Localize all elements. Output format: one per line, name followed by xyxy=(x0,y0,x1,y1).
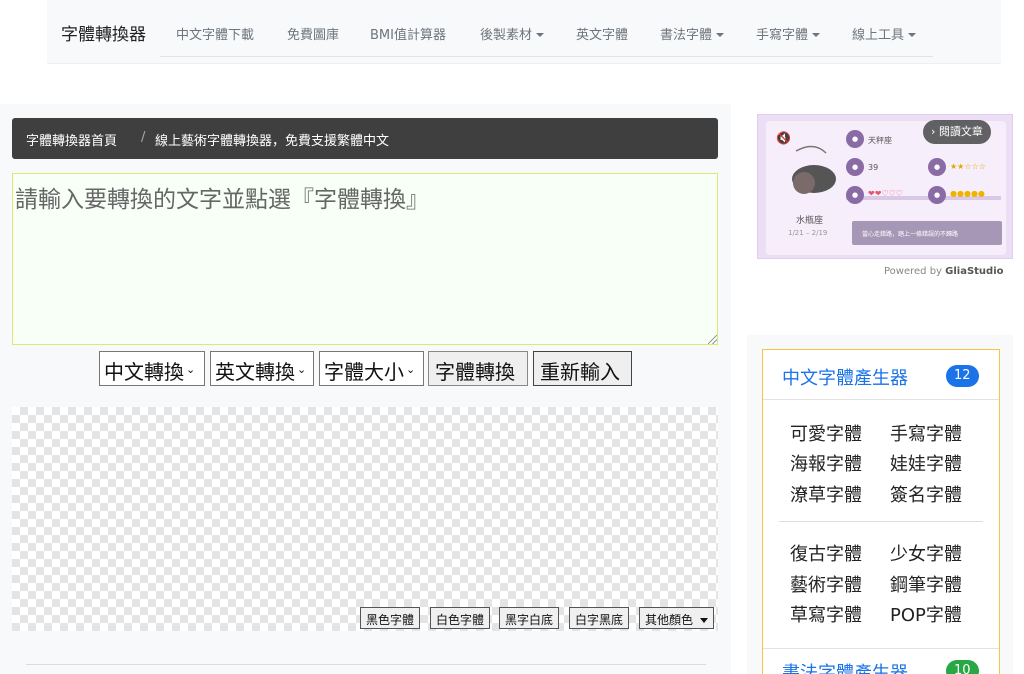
resize-handle-icon[interactable] xyxy=(708,335,717,344)
ad-bubble-icon: ● xyxy=(928,186,946,204)
breadcrumb-home-link[interactable]: 字體轉換器首頁 xyxy=(26,130,117,149)
caret-down-icon xyxy=(536,33,545,37)
nav-item-online-tools[interactable]: 線上工具 xyxy=(852,24,917,43)
ad-bubble-icon: ● xyxy=(846,158,864,176)
font-size-select[interactable]: 字體大小 xyxy=(319,351,424,386)
nav-item-label: 手寫字體 xyxy=(756,28,809,43)
powered-by-brand: GliaStudio xyxy=(945,266,1004,277)
font-link-art[interactable]: 藝術字體 xyxy=(790,571,862,597)
read-article-label: 閱讀文章 xyxy=(938,125,983,138)
font-link-signature[interactable]: 簽名字體 xyxy=(890,481,962,507)
font-link-retro[interactable]: 復古字體 xyxy=(790,540,862,566)
white-font-button[interactable]: 白色字體 xyxy=(430,607,491,629)
caret-down-icon xyxy=(716,33,725,37)
nav-item-calligraphy[interactable]: 書法字體 xyxy=(660,24,725,43)
nav-item-label: 書法字體 xyxy=(660,28,713,43)
card-header: 中文字體產生器 12 xyxy=(763,350,999,400)
font-link-poster[interactable]: 海報字體 xyxy=(790,450,862,476)
ad-bubble-icon: ● xyxy=(928,158,946,176)
preview-canvas xyxy=(12,407,718,631)
read-article-button[interactable]: › 閱讀文章 xyxy=(923,120,991,144)
count-badge: 12 xyxy=(946,365,979,387)
font-link-cursive[interactable]: 草寫字體 xyxy=(790,601,862,627)
ad-bubble-icon: ● xyxy=(846,186,864,204)
font-link-scrawl[interactable]: 潦草字體 xyxy=(790,481,862,507)
list-divider xyxy=(779,521,983,522)
nav-item-chinese-font-download[interactable]: 中文字體下載 xyxy=(176,24,254,43)
coins-icon: ●●●●● xyxy=(950,189,985,198)
powered-by-prefix: Powered by xyxy=(884,266,946,277)
caret-down-icon xyxy=(908,33,917,37)
black-font-button[interactable]: 黑色字體 xyxy=(360,607,421,629)
nav-item-handwriting[interactable]: 手寫字體 xyxy=(756,24,821,43)
font-size-select-value: 字體大小 xyxy=(324,360,404,384)
zodiac-face-shape xyxy=(793,172,815,194)
other-colors-label: 其他顏色 xyxy=(645,613,694,627)
nav-underline xyxy=(160,56,933,57)
nav-item-english-fonts[interactable]: 英文字體 xyxy=(576,24,628,43)
powered-by[interactable]: Powered by GliaStudio xyxy=(884,266,1004,277)
breadcrumb: 字體轉換器首頁 / 線上藝術字體轉換器，免費支援繁體中文 xyxy=(12,118,718,159)
hearts-icon: ❤❤♡♡♡ xyxy=(868,189,903,198)
black-on-white-button[interactable]: 黑字白底 xyxy=(499,607,560,629)
chevron-right-icon: › xyxy=(931,125,936,138)
section-title[interactable]: 中文字體產生器 xyxy=(782,364,908,390)
zodiac-sign-name: 水瓶座 xyxy=(796,216,824,226)
partner-sign: 天秤座 xyxy=(868,136,892,145)
font-link-cute[interactable]: 可愛字體 xyxy=(790,420,862,446)
zodiac-sign-date: 1/21 – 2/19 xyxy=(788,229,828,237)
chinese-font-select[interactable]: 中文轉換 xyxy=(99,351,205,386)
count-badge: 10 xyxy=(946,660,979,674)
zodiac-line-shape xyxy=(795,145,827,154)
brand-logo[interactable]: 字體轉換器 xyxy=(61,20,146,45)
font-generator-card: 中文字體產生器 12 可愛字體 手寫字體 海報字體 娃娃字體 潦草字體 簽名字體… xyxy=(762,349,1000,674)
nav-item-label: 線上工具 xyxy=(852,28,905,43)
ad-quote: 當心走錯路，踏上一條錯誤的不歸路 xyxy=(852,221,1002,245)
nav-item-label: 後製素材 xyxy=(480,28,533,43)
section-title[interactable]: 書法字體產生器 xyxy=(782,659,908,674)
nav-item-free-gallery[interactable]: 免費圖庫 xyxy=(287,24,339,43)
nav-item-bmi-calculator[interactable]: BMI值計算器 xyxy=(370,24,446,43)
ad-number: 39 xyxy=(868,163,879,172)
english-font-select-value: 英文轉換 xyxy=(215,360,295,384)
breadcrumb-separator: / xyxy=(141,130,146,145)
convert-button[interactable]: 字體轉換 xyxy=(428,351,528,386)
text-input-area[interactable]: 請輸入要轉換的文字並點選『字體轉換』 xyxy=(12,173,718,345)
top-navbar: 字體轉換器 中文字體下載 免費圖庫 BMI值計算器 後製素材 英文字體 書法字體… xyxy=(47,0,1001,64)
font-link-pen[interactable]: 鋼筆字體 xyxy=(890,571,962,597)
font-link-doll[interactable]: 娃娃字體 xyxy=(890,450,962,476)
chinese-font-select-value: 中文轉換 xyxy=(104,360,184,384)
stars-icon: ★★☆☆☆ xyxy=(950,162,986,171)
dropdown-arrow-icon xyxy=(700,618,709,623)
english-font-select[interactable]: 英文轉換 xyxy=(210,351,314,386)
breadcrumb-current: 線上藝術字體轉換器，免費支援繁體中文 xyxy=(155,134,390,149)
white-on-black-button[interactable]: 白字黑底 xyxy=(569,607,630,629)
font-link-pop[interactable]: POP字體 xyxy=(890,601,962,627)
ad-bubble-icon: ● xyxy=(846,130,864,148)
font-link-girl[interactable]: 少女字體 xyxy=(890,540,962,566)
nav-item-post-production[interactable]: 後製素材 xyxy=(480,24,545,43)
font-link-handwriting[interactable]: 手寫字體 xyxy=(890,420,962,446)
card-header: 書法字體產生器 10 xyxy=(763,648,999,674)
other-colors-dropdown[interactable]: 其他顏色 xyxy=(639,607,715,629)
section-divider xyxy=(26,664,706,665)
caret-down-icon xyxy=(812,33,821,37)
reset-button[interactable]: 重新輸入 xyxy=(533,351,632,386)
